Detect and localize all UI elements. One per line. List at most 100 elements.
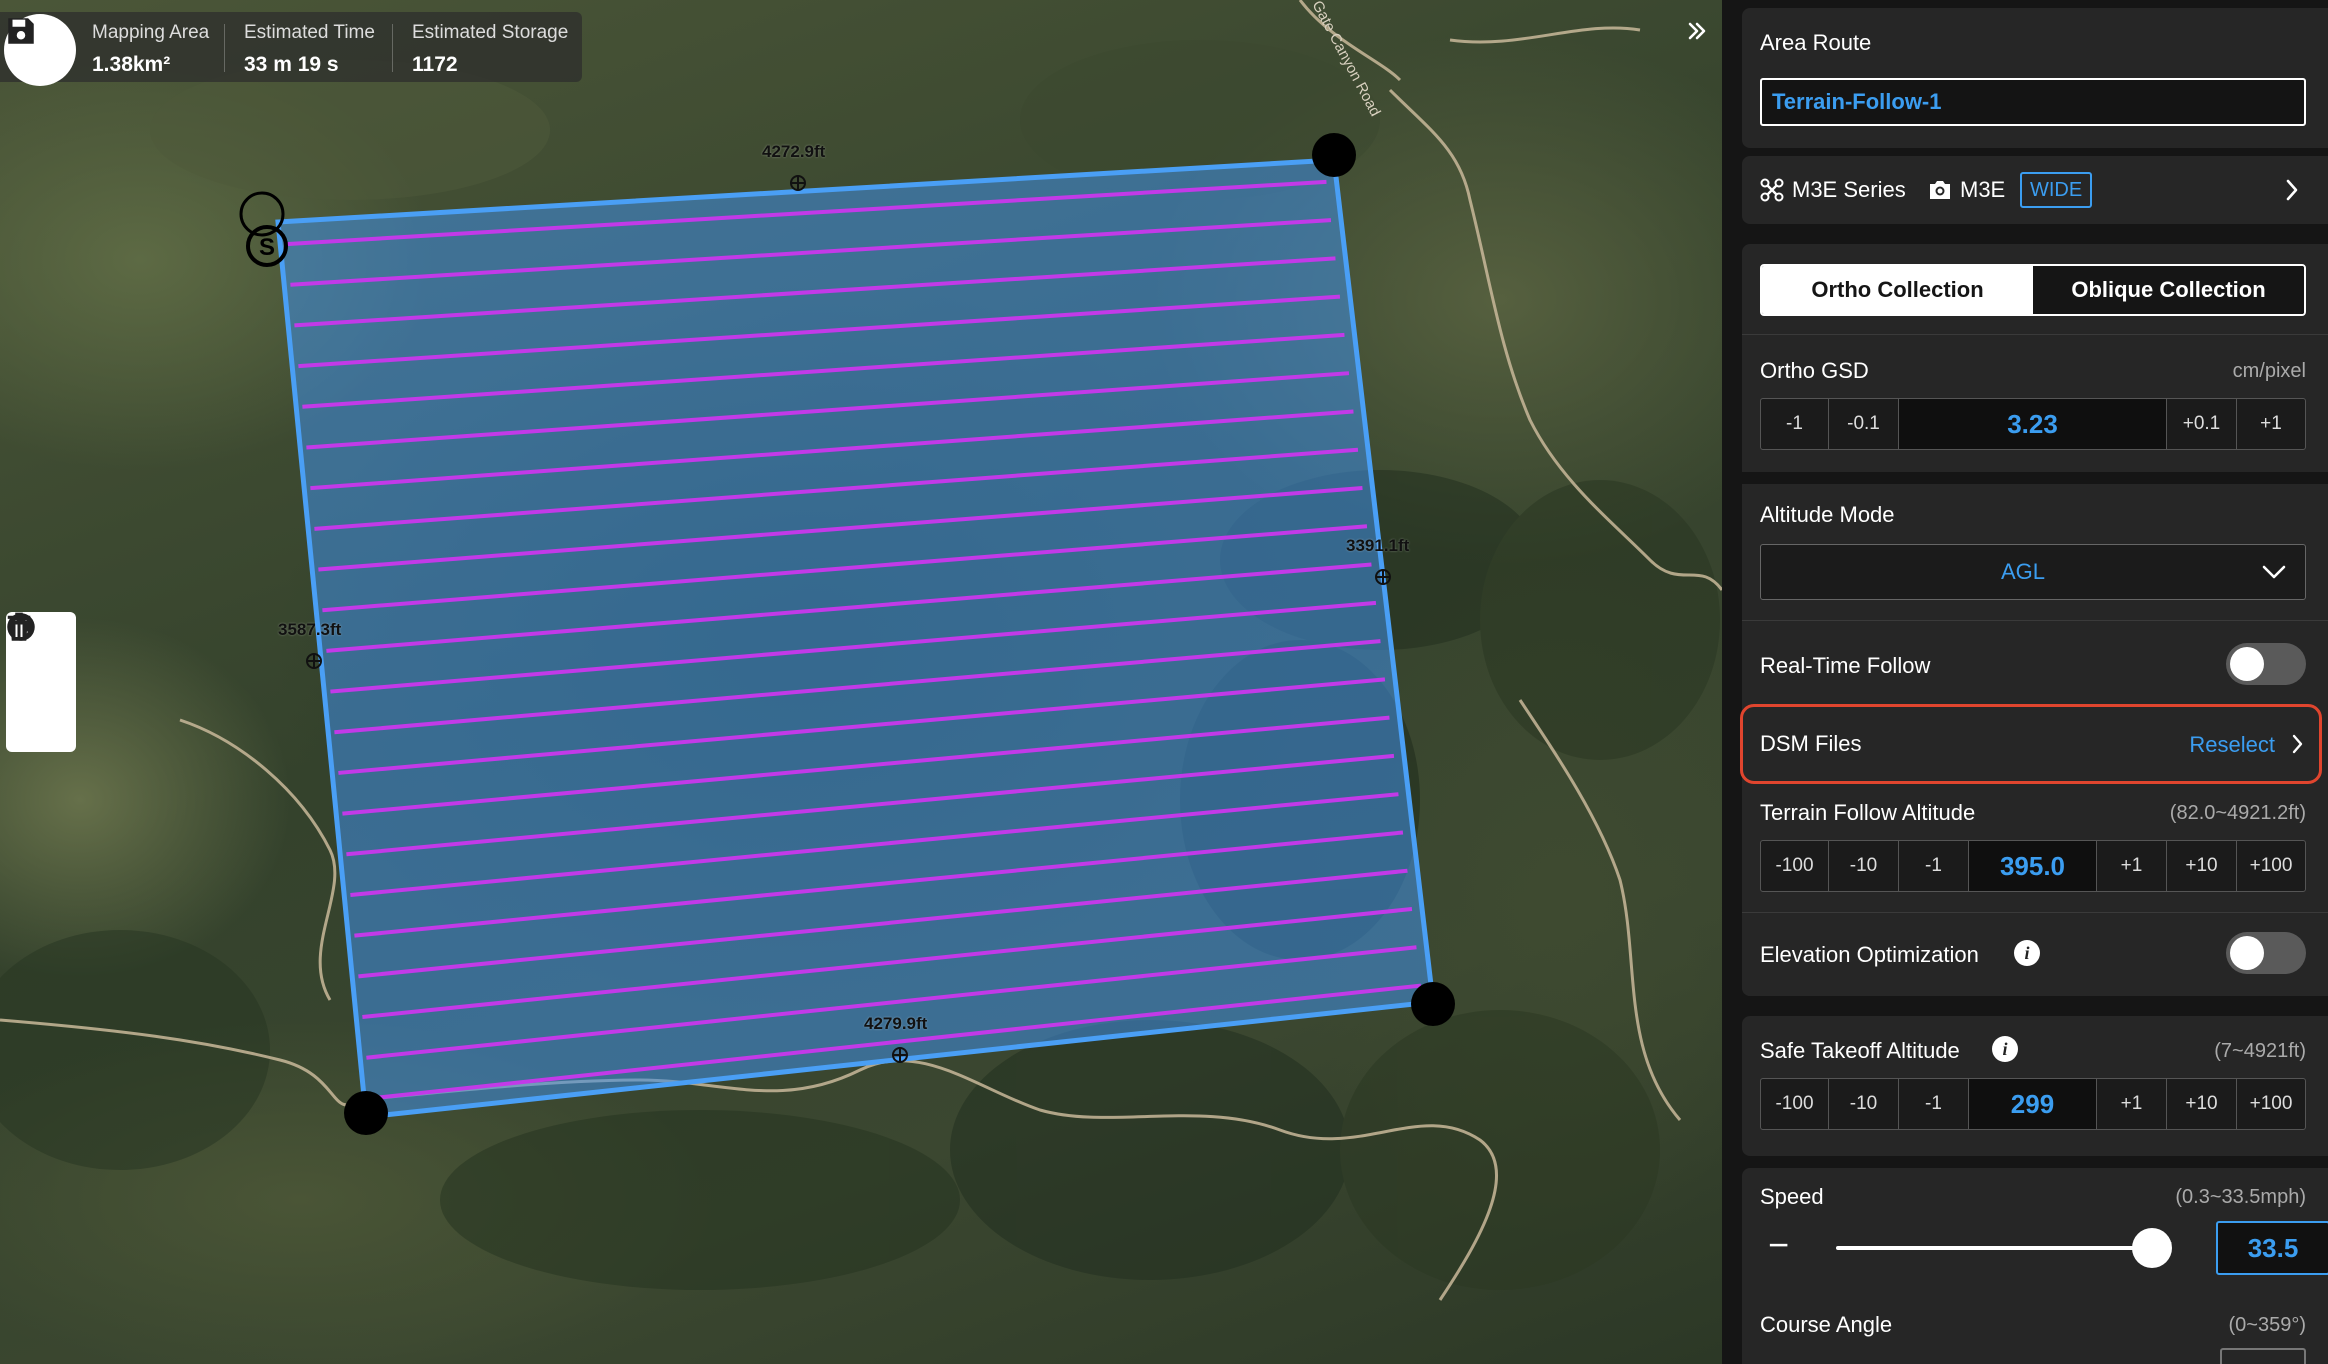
speed-label: Speed <box>1760 1184 1824 1209</box>
elevation-label-bottom: 4279.9ft <box>864 1014 928 1033</box>
camera-model-label: M3E <box>1960 177 2006 202</box>
info-icon[interactable]: i <box>2014 940 2040 966</box>
estimated-time-value: 33 m 19 s <box>244 53 339 76</box>
tab-oblique-collection[interactable]: Oblique Collection <box>2033 266 2304 314</box>
camera-icon <box>1930 181 1950 199</box>
start-point-label: S <box>259 234 275 261</box>
divider <box>1742 912 2328 913</box>
speed-slider-track[interactable] <box>1836 1246 2148 1250</box>
dsm-reselect-link[interactable]: Reselect <box>2189 732 2275 758</box>
toggle-knob <box>2230 647 2264 681</box>
takeoff-minus-10-button[interactable]: -10 <box>1829 1079 1899 1129</box>
altitude-mode-label: Altitude Mode <box>1760 502 1895 527</box>
double-chevron-right-icon <box>1688 22 1706 40</box>
elevation-label-right: 3391.1ft <box>1346 536 1410 555</box>
estimated-time-label: Estimated Time <box>244 22 375 43</box>
divider <box>1742 620 2328 621</box>
mapping-area-value: 1.38km² <box>92 53 171 76</box>
vertex-top-right[interactable] <box>1312 133 1356 177</box>
takeoff-plus-10-button[interactable]: +10 <box>2167 1079 2237 1129</box>
terrain-altitude-value[interactable]: 395.0 <box>1969 841 2097 891</box>
dsm-files-label: DSM Files <box>1760 731 1862 756</box>
terrain-follow-altitude-range: (82.0~4921.2ft) <box>2169 802 2306 824</box>
dsm-files-row[interactable]: DSM Files Reselect <box>1740 704 2322 784</box>
speed-slider-handle[interactable] <box>2132 1228 2172 1268</box>
elevation-label-left: 3587.3ft <box>278 620 342 639</box>
terrain-plus-100-button[interactable]: +100 <box>2237 841 2305 891</box>
altitude-mode-select[interactable]: AGL <box>1760 544 2306 600</box>
course-angle-label: Course Angle <box>1760 1312 1893 1337</box>
estimated-storage-value: 1172 <box>412 53 458 76</box>
chevron-down-icon <box>2262 565 2286 579</box>
divider <box>392 24 393 72</box>
map-tools <box>6 612 76 752</box>
ortho-gsd-label: Ortho GSD <box>1760 358 1869 383</box>
real-time-follow-toggle[interactable] <box>2226 643 2306 685</box>
safe-takeoff-altitude-range: (7~4921ft) <box>2214 1040 2306 1062</box>
lens-badge: WIDE <box>2020 172 2093 208</box>
terrain-plus-1-button[interactable]: +1 <box>2097 841 2167 891</box>
takeoff-altitude-value[interactable]: 299 <box>1969 1079 2097 1129</box>
elevation-optimization-toggle[interactable] <box>2226 932 2306 974</box>
drone-icon <box>1760 178 1784 202</box>
elevation-label-top: 4272.9ft <box>762 142 826 161</box>
ortho-gsd-unit: cm/pixel <box>2232 360 2306 382</box>
altitude-card: Altitude Mode AGL Real-Time Follow DSM F… <box>1740 484 2328 996</box>
map-view[interactable]: S Gate Canyon Road 4272.9ft 3391.1ft 358… <box>0 0 1722 1364</box>
collapse-panel-button[interactable] <box>1686 20 1716 50</box>
area-route-label: Area Route <box>1760 30 1872 55</box>
aircraft-camera-row[interactable]: M3E Series M3E WIDE <box>1742 156 2328 224</box>
collection-tabs: Ortho Collection Oblique Collection <box>1760 264 2306 316</box>
vertex-bottom-right[interactable] <box>1411 982 1455 1026</box>
chevron-right-icon <box>2292 734 2303 754</box>
save-icon <box>8 18 34 44</box>
elevation-optimization-label: Elevation Optimization <box>1760 942 1979 967</box>
course-angle-range: (0~359°) <box>2228 1314 2307 1336</box>
estimated-storage-label: Estimated Storage <box>412 22 569 43</box>
vertex-bottom-left[interactable] <box>344 1091 388 1135</box>
route-name-input[interactable] <box>1760 78 2306 126</box>
ortho-gsd-stepper: -1 -0.1 3.23 +0.1 +1 <box>1760 398 2306 450</box>
drone-series-label: M3E Series <box>1792 177 1906 202</box>
save-button[interactable] <box>4 14 76 86</box>
trash-icon <box>7 612 31 641</box>
takeoff-minus-1-button[interactable]: -1 <box>1899 1079 1969 1129</box>
speed-range: (0.3~33.5mph) <box>2175 1186 2306 1208</box>
takeoff-plus-1-button[interactable]: +1 <box>2097 1079 2167 1129</box>
takeoff-minus-100-button[interactable]: -100 <box>1761 1079 1829 1129</box>
estimated-time-stat: Estimated Time 33 m 19 s <box>244 12 375 82</box>
chevron-right-icon <box>2286 179 2298 201</box>
mapping-area-label: Mapping Area <box>92 22 210 43</box>
gsd-plus-1-button[interactable]: +1 <box>2237 399 2305 449</box>
altitude-mode-value: AGL <box>2000 559 2046 584</box>
gsd-minus-1-button[interactable]: -1 <box>1761 399 1829 449</box>
real-time-follow-label: Real-Time Follow <box>1760 653 1931 678</box>
takeoff-altitude-stepper: -100 -10 -1 299 +1 +10 +100 <box>1760 1078 2306 1130</box>
toggle-knob <box>2230 936 2264 970</box>
delete-button[interactable] <box>7 612 66 742</box>
course-angle-input[interactable] <box>2220 1348 2306 1364</box>
terrain-altitude-stepper: -100 -10 -1 395.0 +1 +10 +100 <box>1760 840 2306 892</box>
safe-takeoff-card: Safe Takeoff Altitude i (7~4921ft) -100 … <box>1742 1016 2328 1156</box>
estimated-storage-stat: Estimated Storage 1172 <box>412 12 568 82</box>
terrain-follow-altitude-label: Terrain Follow Altitude <box>1760 800 1976 825</box>
terrain-plus-10-button[interactable]: +10 <box>2167 841 2237 891</box>
terrain-minus-100-button[interactable]: -100 <box>1761 841 1829 891</box>
gsd-value[interactable]: 3.23 <box>1899 399 2167 449</box>
terrain-minus-10-button[interactable]: -10 <box>1829 841 1899 891</box>
terrain-minus-1-button[interactable]: -1 <box>1899 841 1969 891</box>
divider <box>1742 472 2328 484</box>
speed-decrease-button[interactable]: − <box>1768 1224 1789 1266</box>
tab-ortho-collection[interactable]: Ortho Collection <box>1762 266 2033 314</box>
speed-value-input[interactable] <box>2216 1221 2328 1275</box>
info-icon[interactable]: i <box>1992 1036 2018 1062</box>
gsd-plus-0.1-button[interactable]: +0.1 <box>2167 399 2237 449</box>
settings-panel[interactable]: Area Route M3E Series M3E WIDE Ortho Col… <box>1722 0 2328 1364</box>
gsd-minus-0.1-button[interactable]: -0.1 <box>1829 399 1899 449</box>
mapping-area-stat: Mapping Area 1.38km² <box>92 12 209 82</box>
mission-stats-bar: Mapping Area 1.38km² Estimated Time 33 m… <box>0 12 582 82</box>
divider <box>1742 334 2328 335</box>
safe-takeoff-altitude-label: Safe Takeoff Altitude <box>1760 1038 1960 1063</box>
divider <box>224 24 225 72</box>
takeoff-plus-100-button[interactable]: +100 <box>2237 1079 2305 1129</box>
